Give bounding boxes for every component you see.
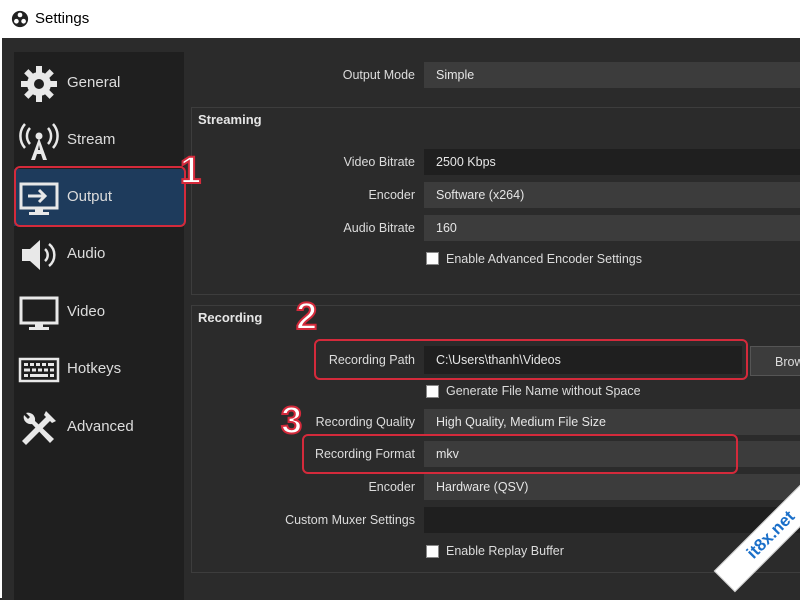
audio-bitrate-select[interactable]: 160 — [424, 215, 800, 241]
no-space-checkbox[interactable] — [426, 385, 439, 398]
window-title: Settings — [35, 10, 90, 27]
annotation-number-2: 2 — [295, 295, 318, 339]
audio-bitrate-label: Audio Bitrate — [343, 221, 415, 235]
sidebar-item-label: General — [67, 74, 121, 91]
video-bitrate-label: Video Bitrate — [343, 155, 415, 169]
replay-buffer-label: Enable Replay Buffer — [446, 544, 564, 558]
sidebar-item-label: Audio — [67, 245, 106, 262]
highlight-recording-path — [314, 339, 748, 380]
recording-quality-label: Recording Quality — [315, 415, 415, 429]
broadcast-tower-icon — [19, 123, 59, 160]
sidebar-item-label: Video — [67, 303, 106, 320]
output-mode-label: Output Mode — [342, 68, 415, 82]
annotation-number-3: 3 — [280, 399, 303, 443]
gear-icon — [21, 66, 57, 102]
highlight-recording-format — [302, 434, 738, 474]
output-mode-select[interactable]: Simple — [424, 62, 800, 88]
sidebar-item-stream[interactable]: Stream — [14, 112, 184, 169]
browse-button[interactable]: Brow — [750, 346, 800, 376]
no-space-label: Generate File Name without Space — [446, 384, 641, 398]
advanced-encoder-label: Enable Advanced Encoder Settings — [446, 252, 642, 266]
custom-muxer-input[interactable] — [424, 507, 800, 533]
obs-logo-icon — [11, 10, 29, 28]
settings-sidebar: General Stream Output Audio Video Hotkey… — [14, 52, 184, 600]
replay-buffer-checkbox[interactable] — [426, 545, 439, 558]
recording-quality-select[interactable]: High Quality, Medium File Size — [424, 409, 800, 435]
sidebar-item-video[interactable]: Video — [14, 284, 184, 341]
highlight-output — [14, 166, 186, 227]
sidebar-item-label: Stream — [67, 131, 116, 148]
recording-encoder-label: Encoder — [368, 480, 415, 494]
sidebar-item-general[interactable]: General — [14, 55, 184, 112]
title-bar: Settings — [0, 0, 800, 38]
stream-encoder-label: Encoder — [368, 188, 415, 202]
advanced-encoder-checkbox[interactable] — [426, 252, 439, 265]
sidebar-item-audio[interactable]: Audio — [14, 226, 184, 283]
streaming-group-title: Streaming — [198, 112, 262, 127]
monitor-icon — [19, 296, 59, 330]
video-bitrate-field[interactable]: 2500 Kbps — [424, 149, 800, 175]
custom-muxer-label: Custom Muxer Settings — [285, 513, 415, 527]
recording-encoder-select[interactable]: Hardware (QSV) — [424, 474, 800, 500]
tools-icon — [22, 411, 56, 445]
sidebar-item-label: Advanced — [67, 418, 134, 435]
keyboard-icon — [18, 357, 60, 383]
sidebar-item-label: Hotkeys — [67, 360, 122, 377]
sidebar-item-hotkeys[interactable]: Hotkeys — [14, 341, 184, 398]
sidebar-item-advanced[interactable]: Advanced — [14, 399, 184, 456]
recording-group-title: Recording — [198, 310, 263, 325]
speaker-icon — [22, 240, 56, 270]
stream-encoder-select[interactable]: Software (x264) — [424, 182, 800, 208]
annotation-number-1: 1 — [179, 149, 202, 193]
